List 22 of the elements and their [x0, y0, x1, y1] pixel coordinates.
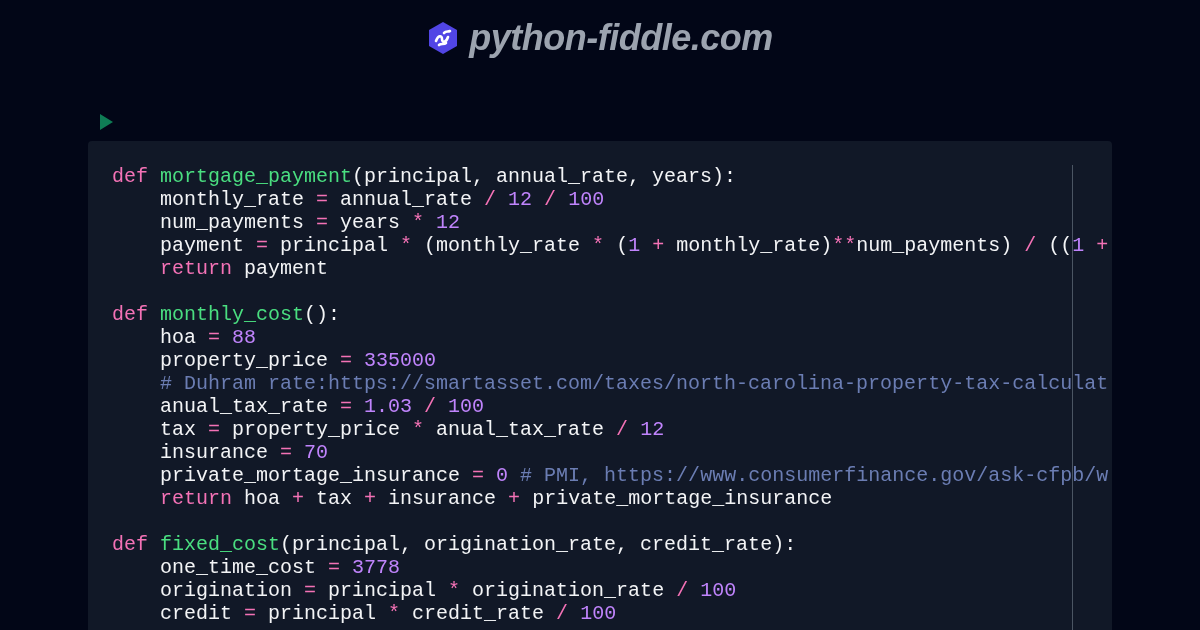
- code-line: hoa = 88: [160, 326, 257, 349]
- code-line: def monthly_cost():: [112, 303, 341, 326]
- code-line: anual_tax_rate = 1.03 / 100: [160, 395, 485, 418]
- code-line: return hoa + tax + insurance + private_mortage_insurance: [160, 487, 833, 510]
- code-line: num_payments = years * 12: [160, 211, 461, 234]
- code-editor[interactable]: [88, 141, 1112, 630]
- code-line: monthly_rate = annual_rate / 12 / 100: [160, 188, 605, 211]
- code-line: property_price = 335000: [160, 349, 437, 372]
- code-line: payment = principal * (monthly_rate * (1 + monthly_rate)**num_payments) / ((1 +: [160, 234, 1109, 257]
- site-title[interactable]: python-fiddle.com: [469, 10, 773, 65]
- code-line: credit = principal * credit_rate / 100: [160, 602, 617, 625]
- code-line: private_mortage_insurance = 0 # PMI, https://www.consumerfinance.gov/ask-cfpb/w: [160, 464, 1109, 487]
- code-line: insurance = 70: [160, 441, 329, 464]
- code-line: # Duhram rate:https://smartasset.com/taxes/north-carolina-property-tax-calculat: [160, 372, 1109, 395]
- code-line: return payment: [160, 257, 329, 280]
- logo-icon: [427, 20, 460, 55]
- code-line: one_time_cost = 3778: [160, 556, 401, 579]
- code-line: tax = property_price * anual_tax_rate / 12: [160, 418, 665, 441]
- code-line: def fixed_cost(principal, origination_rate, credit_rate):: [112, 533, 797, 556]
- run-button[interactable]: [100, 114, 113, 130]
- code-line: def mortgage_payment(principal, annual_rate, years):: [112, 165, 737, 188]
- code-line: origination = principal * origination_rate / 100: [160, 579, 737, 602]
